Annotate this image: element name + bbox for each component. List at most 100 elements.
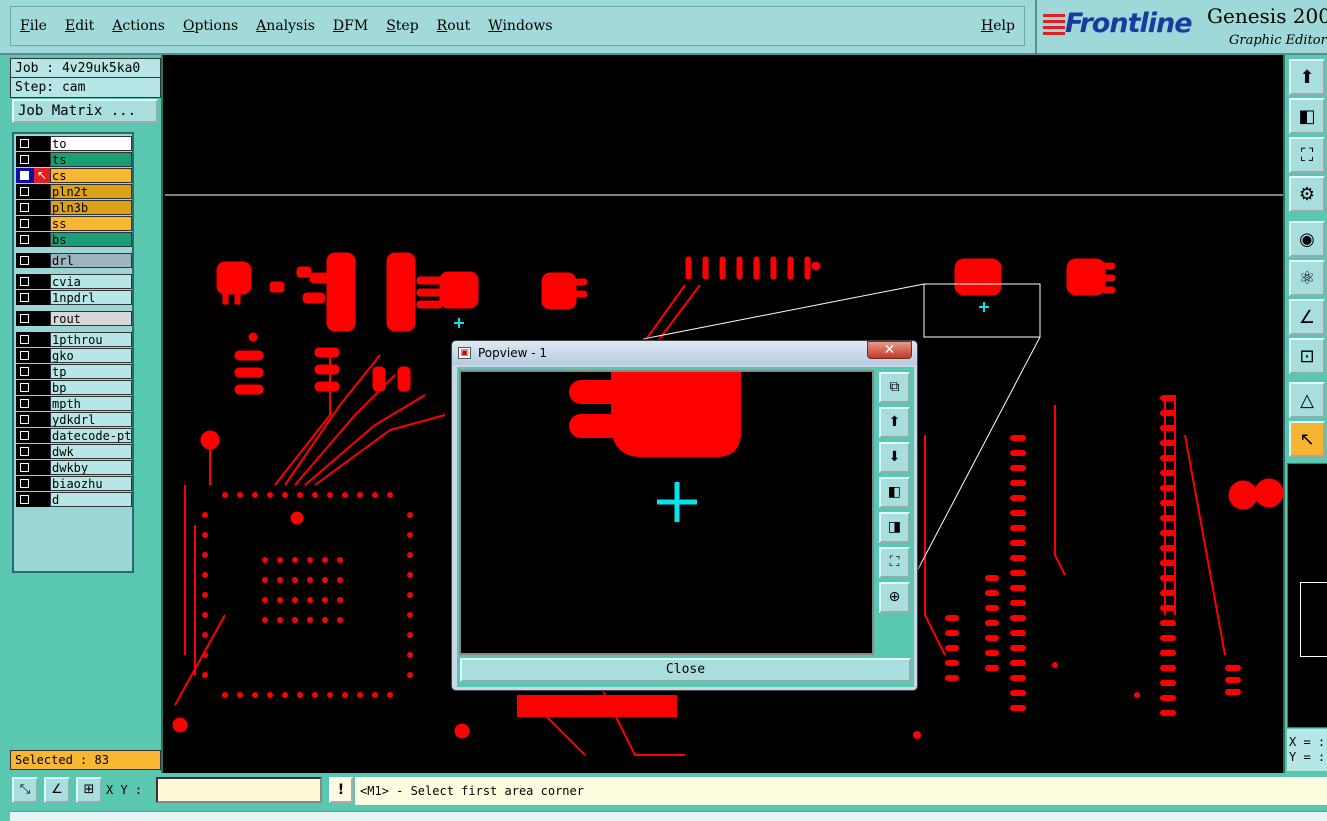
layer-row-biaozhu[interactable]: biaozhu — [14, 476, 134, 491]
menu-analysis[interactable]: Analysis — [247, 18, 324, 34]
layer-affected-marker[interactable] — [34, 232, 50, 247]
layer-checkbox[interactable] — [16, 253, 34, 268]
layer-row-1npdrl[interactable]: 1npdrl — [14, 290, 134, 305]
layer-name[interactable]: ts — [50, 152, 132, 167]
layer-name[interactable]: ss — [50, 216, 132, 231]
layer-checkbox[interactable] — [16, 412, 34, 427]
layer-row-mpth[interactable]: mpth — [14, 396, 134, 411]
layer-checkbox[interactable] — [16, 290, 34, 305]
layer-name[interactable]: drl — [50, 253, 132, 268]
snap-diagonal-icon[interactable]: ⤡ — [12, 777, 38, 803]
layer-name[interactable]: pln2t — [50, 184, 132, 199]
popview-close-icon[interactable]: ✕ — [867, 341, 912, 359]
layer-name[interactable]: tp — [50, 364, 132, 379]
layer-affected-marker[interactable] — [34, 216, 50, 231]
popview-tool-left[interactable]: ◧ — [879, 477, 910, 508]
network-icon[interactable]: ⚛ — [1289, 260, 1325, 296]
layer-row-dwk[interactable]: dwk — [14, 444, 134, 459]
layer-row-drl[interactable]: drl — [14, 253, 134, 268]
layer-name[interactable]: datecode-pt — [50, 428, 132, 443]
layer-row-ts[interactable]: ts — [14, 152, 134, 167]
layer-affected-marker[interactable] — [34, 460, 50, 475]
snap-angle-icon[interactable]: ∠ — [44, 777, 70, 803]
layer-checkbox[interactable] — [16, 184, 34, 199]
layer-affected-marker[interactable] — [34, 152, 50, 167]
popview-tool-right[interactable]: ◨ — [879, 512, 910, 543]
layer-affected-marker[interactable] — [34, 444, 50, 459]
popview-canvas[interactable] — [459, 370, 874, 655]
layer-checkbox[interactable] — [16, 476, 34, 491]
layer-row-gko[interactable]: gko — [14, 348, 134, 363]
layer-name[interactable]: cvia — [50, 274, 132, 289]
move-up-icon[interactable]: ⬆ — [1289, 59, 1325, 95]
layer-checkbox[interactable] — [16, 232, 34, 247]
layer-checkbox[interactable] — [16, 348, 34, 363]
popview-tool-fit[interactable]: ⛶ — [879, 547, 910, 578]
layer-name[interactable]: to — [50, 136, 132, 151]
menu-step[interactable]: Step — [377, 18, 427, 34]
layer-checkbox[interactable] — [16, 444, 34, 459]
layer-checkbox[interactable] — [16, 364, 34, 379]
layer-name[interactable]: biaozhu — [50, 476, 132, 491]
menu-dfm[interactable]: DFM — [324, 18, 377, 34]
layer-name[interactable]: dwk — [50, 444, 132, 459]
layer-name[interactable]: 1npdrl — [50, 290, 132, 305]
layer-name[interactable]: dwkby — [50, 460, 132, 475]
popview-tool-down[interactable]: ⬇ — [879, 442, 910, 473]
layer-name[interactable]: rout — [50, 311, 132, 326]
popview-tool-zoom[interactable]: ⊕ — [879, 582, 910, 613]
layer-checkbox[interactable] — [16, 152, 34, 167]
layer-row-tp[interactable]: tp — [14, 364, 134, 379]
layer-affected-marker[interactable] — [34, 364, 50, 379]
layer-name[interactable]: bp — [50, 380, 132, 395]
layer-affected-marker[interactable] — [34, 380, 50, 395]
layer-affected-marker[interactable] — [34, 311, 50, 326]
layer-name[interactable]: pln3b — [50, 200, 132, 215]
layer-row-d[interactable]: d — [14, 492, 134, 507]
pointer-icon[interactable]: ↖ — [1289, 421, 1325, 457]
minimap[interactable] — [1287, 463, 1327, 728]
layer-checkbox[interactable] — [16, 332, 34, 347]
layer-name[interactable]: cs — [50, 168, 132, 183]
layer-row-cvia[interactable]: cvia — [14, 274, 134, 289]
layer-checkbox[interactable] — [16, 460, 34, 475]
layer-checkbox[interactable] — [16, 396, 34, 411]
menu-file[interactable]: File — [11, 18, 56, 34]
layer-row-cs[interactable]: ↖ cs — [14, 168, 134, 183]
popview-titlebar[interactable]: ▣ Popview - 1 ✕ — [452, 341, 917, 365]
layer-affected-marker[interactable] — [34, 348, 50, 363]
layer-name[interactable]: 1pthrou — [50, 332, 132, 347]
ruler-icon[interactable]: △ — [1289, 382, 1325, 418]
layer-row-datecode-pt[interactable]: datecode-pt — [14, 428, 134, 443]
layer-name[interactable]: mpth — [50, 396, 132, 411]
job-matrix-button[interactable]: Job Matrix ... — [12, 99, 158, 123]
measure-icon[interactable]: ∠ — [1289, 299, 1325, 335]
move-left-icon[interactable]: ◧ — [1289, 98, 1325, 134]
warning-icon[interactable]: ! — [329, 777, 353, 803]
work-layer-arrow-icon[interactable]: ↖ — [34, 168, 50, 183]
layer-row-bp[interactable]: bp — [14, 380, 134, 395]
layer-checkbox[interactable] — [16, 200, 34, 215]
camera-icon[interactable]: ◉ — [1289, 221, 1325, 257]
layer-affected-marker[interactable] — [34, 274, 50, 289]
layer-affected-marker[interactable] — [34, 476, 50, 491]
menu-help[interactable]: Help — [972, 18, 1024, 34]
popview-tool-window[interactable]: ⧉ — [879, 372, 910, 403]
layer-checkbox[interactable] — [16, 492, 34, 507]
popview-close-button[interactable]: Close — [460, 658, 911, 682]
layer-row-dwkby[interactable]: dwkby — [14, 460, 134, 475]
tools-icon[interactable]: ⚙ — [1289, 176, 1325, 212]
layer-affected-marker[interactable] — [34, 332, 50, 347]
popview-tool-up[interactable]: ⬆ — [879, 407, 910, 438]
layer-affected-marker[interactable] — [34, 253, 50, 268]
layer-affected-marker[interactable] — [34, 412, 50, 427]
layer-checkbox[interactable] — [16, 311, 34, 326]
layer-affected-marker[interactable] — [34, 290, 50, 305]
layer-affected-marker[interactable] — [34, 428, 50, 443]
layer-affected-marker[interactable] — [34, 492, 50, 507]
layer-checkbox[interactable] — [16, 136, 34, 151]
menu-rout[interactable]: Rout — [428, 18, 480, 34]
layer-checkbox[interactable] — [16, 428, 34, 443]
grid-snap-icon[interactable]: ⊞ — [76, 777, 102, 803]
xy-input[interactable] — [156, 777, 322, 803]
